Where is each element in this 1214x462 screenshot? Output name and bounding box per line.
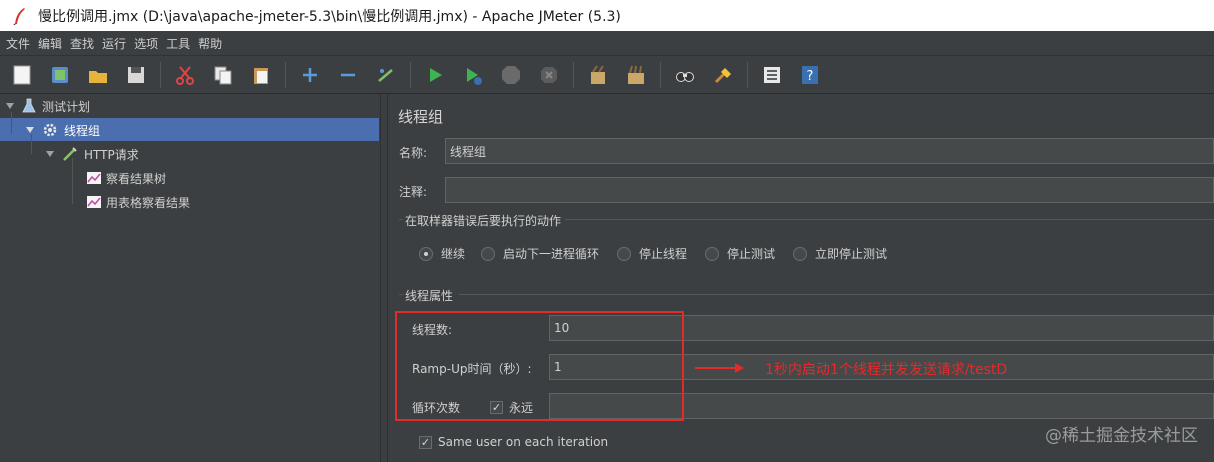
menu-search[interactable]: 查找: [70, 35, 94, 52]
comment-label: 注释:: [399, 185, 428, 199]
section-border: [399, 219, 403, 220]
menu-help[interactable]: 帮助: [198, 35, 222, 52]
annotation-highlight-box: [395, 311, 684, 421]
tree-item-label: 线程组: [64, 123, 101, 138]
reset-search-icon[interactable]: [709, 61, 737, 89]
section-border: [565, 219, 1214, 220]
collapse-icon[interactable]: [334, 61, 362, 89]
tree-item-thread-group[interactable]: 线程组: [26, 119, 100, 141]
radio-label: 继续: [441, 247, 466, 261]
search-icon[interactable]: [671, 61, 699, 89]
tree-item-http-request[interactable]: HTTP请求: [46, 143, 139, 165]
name-field[interactable]: 线程组: [445, 138, 1214, 164]
radio-stop-test-now[interactable]: 立即停止测试: [793, 245, 887, 262]
templates-icon[interactable]: [46, 61, 74, 89]
toolbar-separator: [160, 61, 161, 88]
toolbar-separator: [747, 61, 748, 88]
chevron-down-icon[interactable]: [26, 127, 34, 133]
toolbar-separator: [660, 61, 661, 88]
radio-label: 停止线程: [639, 247, 688, 261]
start-icon[interactable]: [421, 61, 449, 89]
stop-icon[interactable]: [497, 61, 525, 89]
clear-icon[interactable]: [584, 61, 612, 89]
tree-item-label: 察看结果树: [106, 171, 167, 186]
copy-icon[interactable]: [209, 61, 237, 89]
chevron-down-icon[interactable]: [6, 103, 14, 109]
window-title-bar: 慢比例调用.jmx (D:\java\apache-jmeter-5.3\bin…: [0, 0, 1214, 31]
menu-options[interactable]: 选项: [134, 35, 158, 52]
menu-tools[interactable]: 工具: [166, 35, 190, 52]
gear-icon: [43, 123, 57, 137]
toggle-icon[interactable]: [372, 61, 400, 89]
radio-label: 立即停止测试: [815, 247, 888, 261]
tree-item-label: HTTP请求: [84, 147, 139, 162]
checkbox-mark[interactable]: ✓: [419, 435, 432, 449]
clear-all-icon[interactable]: [622, 61, 650, 89]
help-icon[interactable]: ?: [796, 61, 824, 89]
radio-dot[interactable]: [419, 246, 433, 261]
radio-dot[interactable]: [617, 246, 631, 261]
page-title: 线程组: [398, 108, 444, 126]
radio-stop-thread[interactable]: 停止线程: [617, 245, 687, 262]
thread-group-panel: 线程组 名称: 线程组 注释: 在取样器错误后要执行的动作 继续 启动下一进程循…: [389, 94, 1214, 462]
radio-label: 停止测试: [727, 247, 776, 261]
radio-continue[interactable]: 继续: [419, 245, 465, 262]
radio-dot[interactable]: [793, 246, 807, 261]
function-helper-icon[interactable]: [758, 61, 786, 89]
window-title: 慢比例调用.jmx (D:\java\apache-jmeter-5.3\bin…: [38, 8, 621, 25]
split-pane-divider[interactable]: [380, 94, 388, 462]
start-no-pause-icon[interactable]: [459, 61, 487, 89]
tree-item-test-plan[interactable]: 测试计划: [6, 95, 90, 117]
toolbar-separator: [573, 61, 574, 88]
cut-icon[interactable]: [171, 61, 199, 89]
thread-properties-section-label: 线程属性: [405, 289, 454, 303]
tree-item-label: 用表格察看结果: [106, 195, 191, 210]
toolbar-separator: [285, 61, 286, 88]
shutdown-icon[interactable]: [535, 61, 563, 89]
annotation-text: 1秒内启动1个线程并发发送请求/testD: [765, 362, 1008, 378]
chevron-down-icon[interactable]: [46, 151, 54, 157]
radio-label: 启动下一进程循环: [503, 247, 600, 261]
chart-icon: [87, 172, 101, 184]
menu-edit[interactable]: 编辑: [38, 35, 62, 52]
radio-dot[interactable]: [481, 246, 495, 261]
annotation-arrow-icon: [695, 363, 744, 373]
test-plan-tree: 测试计划 线程组 HTTP请求 察看结果树 用表格察看结果: [0, 94, 380, 462]
flask-icon: [22, 98, 36, 113]
section-border: [399, 294, 403, 295]
menu-run[interactable]: 运行: [102, 35, 126, 52]
radio-stop-test[interactable]: 停止测试: [705, 245, 775, 262]
tree-item-view-results-tree[interactable]: 察看结果树: [86, 167, 166, 189]
open-icon[interactable]: [84, 61, 112, 89]
same-user-checkbox[interactable]: ✓ Same user on each iteration: [419, 435, 608, 449]
new-icon[interactable]: [8, 61, 36, 89]
save-icon[interactable]: [122, 61, 150, 89]
paste-icon[interactable]: [247, 61, 275, 89]
toolbar: ?: [0, 56, 1214, 94]
menu-bar: 文件 编辑 查找 运行 选项 工具 帮助: [0, 31, 1214, 56]
error-action-section-label: 在取样器错误后要执行的动作: [405, 214, 562, 228]
comment-field[interactable]: [445, 177, 1214, 203]
svg-text:?: ?: [807, 69, 814, 84]
menu-file[interactable]: 文件: [6, 35, 30, 52]
radio-start-next-loop[interactable]: 启动下一进程循环: [481, 245, 599, 262]
expand-icon[interactable]: [296, 61, 324, 89]
toolbar-separator: [410, 61, 411, 88]
dropper-icon: [63, 147, 77, 161]
section-border: [459, 294, 1214, 295]
chart-icon: [87, 196, 101, 208]
same-user-label: Same user on each iteration: [438, 435, 609, 449]
tree-item-view-results-table[interactable]: 用表格察看结果: [86, 191, 190, 213]
radio-dot[interactable]: [705, 246, 719, 261]
jmeter-feather-icon: [13, 7, 25, 25]
watermark: @稀土掘金技术社区: [1045, 426, 1198, 446]
name-label: 名称:: [399, 146, 428, 160]
tree-item-label: 测试计划: [42, 99, 91, 114]
